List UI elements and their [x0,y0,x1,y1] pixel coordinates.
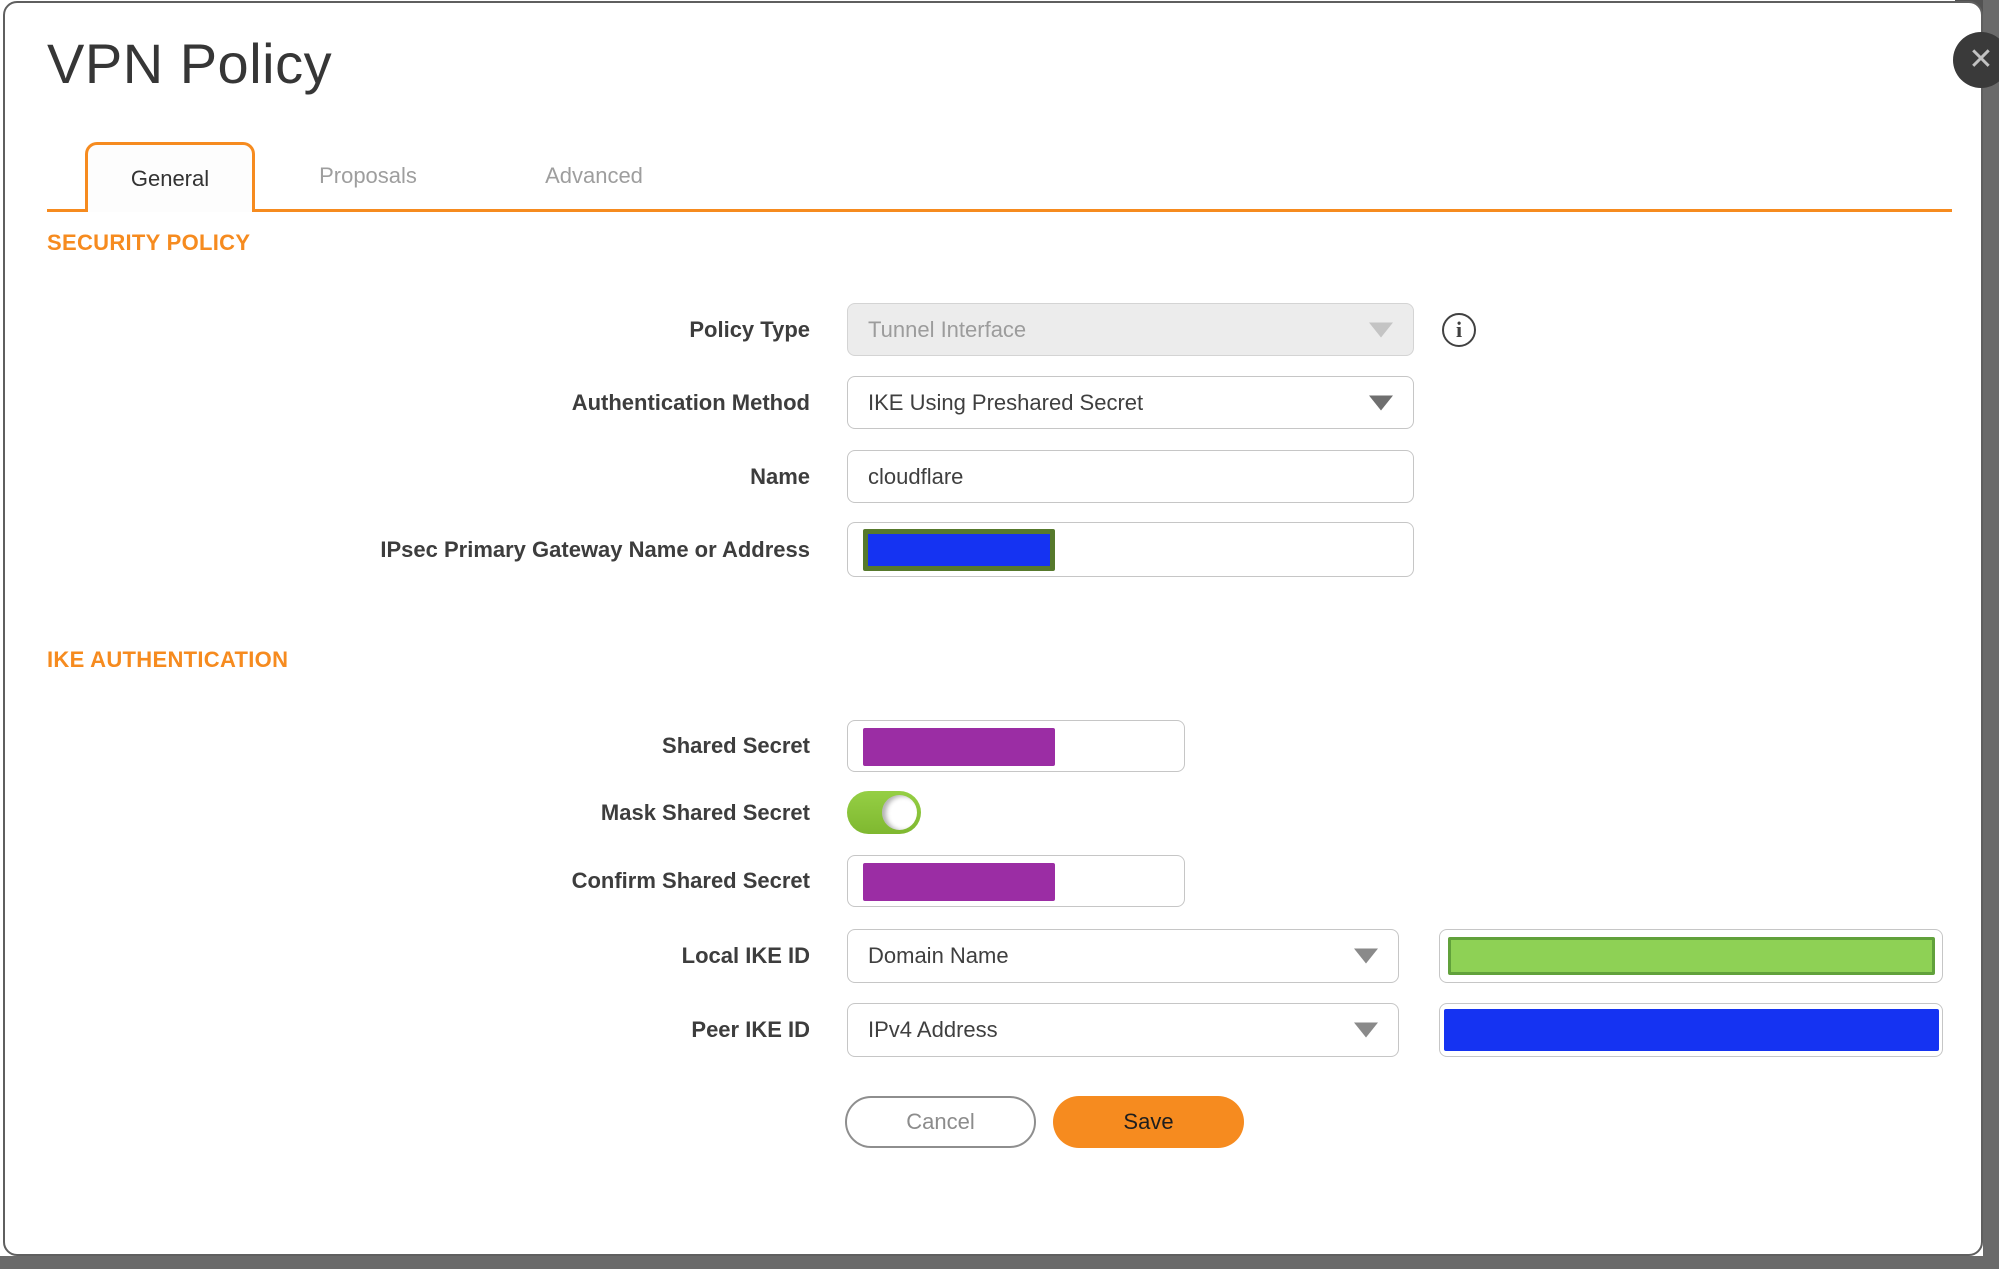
redacted-value-overlay [863,728,1055,766]
section-heading-security-policy: SECURITY POLICY [47,230,251,255]
mask-shared-secret-toggle[interactable] [847,791,921,834]
toggle-thumb [882,795,917,830]
chevron-down-icon [1354,948,1378,964]
shared-secret-input[interactable] [847,720,1185,772]
tab-advanced[interactable]: Advanced [481,142,707,209]
page-title: VPN Policy [47,32,333,95]
auth-method-value: IKE Using Preshared Secret [868,389,1144,415]
redacted-value-overlay [863,529,1055,571]
redacted-value-overlay [1448,937,1935,975]
peer-ike-id-value: IPv4 Address [868,1017,998,1042]
section-heading-ike-authentication: IKE AUTHENTICATION [47,647,289,672]
policy-type-label: Policy Type [689,317,810,342]
name-input[interactable]: cloudflare [847,450,1414,503]
tab-proposals[interactable]: Proposals [255,142,481,209]
local-ike-id-value: Domain Name [868,943,1009,968]
peer-ike-id-value-input[interactable] [1439,1003,1943,1057]
auth-method-label: Authentication Method [571,390,810,415]
tab-bar: General Proposals Advanced [47,142,1952,212]
name-value: cloudflare [868,463,964,489]
redacted-value-overlay [1444,1009,1939,1051]
peer-ike-id-label: Peer IKE ID [691,1017,810,1042]
peer-ike-id-dropdown[interactable]: IPv4 Address [847,1003,1399,1057]
chevron-down-icon [1354,1022,1378,1038]
local-ike-id-value-input[interactable] [1439,929,1943,983]
policy-type-dropdown: Tunnel Interface [847,303,1414,356]
close-icon: ✕ [1968,43,1994,76]
local-ike-id-label: Local IKE ID [681,943,810,968]
modal-backdrop [0,1256,1999,1269]
info-icon[interactable]: i [1442,313,1476,347]
local-ike-id-dropdown[interactable]: Domain Name [847,929,1399,983]
modal-backdrop [1983,0,1999,1269]
name-label: Name [750,464,810,489]
confirm-shared-secret-input[interactable] [847,855,1185,907]
save-button[interactable]: Save [1053,1096,1244,1148]
tab-general[interactable]: General [85,142,255,212]
chevron-down-icon [1369,322,1393,337]
policy-type-value: Tunnel Interface [868,316,1027,342]
gateway-label: IPsec Primary Gateway Name or Address [380,537,810,562]
cancel-button[interactable]: Cancel [845,1096,1036,1148]
vpn-policy-dialog: VPN Policy General Proposals Advanced SE… [3,1,1983,1256]
shared-secret-label: Shared Secret [662,733,810,758]
redacted-value-overlay [863,863,1055,901]
auth-method-dropdown[interactable]: IKE Using Preshared Secret [847,376,1414,429]
mask-shared-secret-label: Mask Shared Secret [600,800,810,825]
gateway-input[interactable] [847,522,1414,577]
confirm-shared-secret-label: Confirm Shared Secret [571,868,810,893]
chevron-down-icon [1369,395,1393,410]
